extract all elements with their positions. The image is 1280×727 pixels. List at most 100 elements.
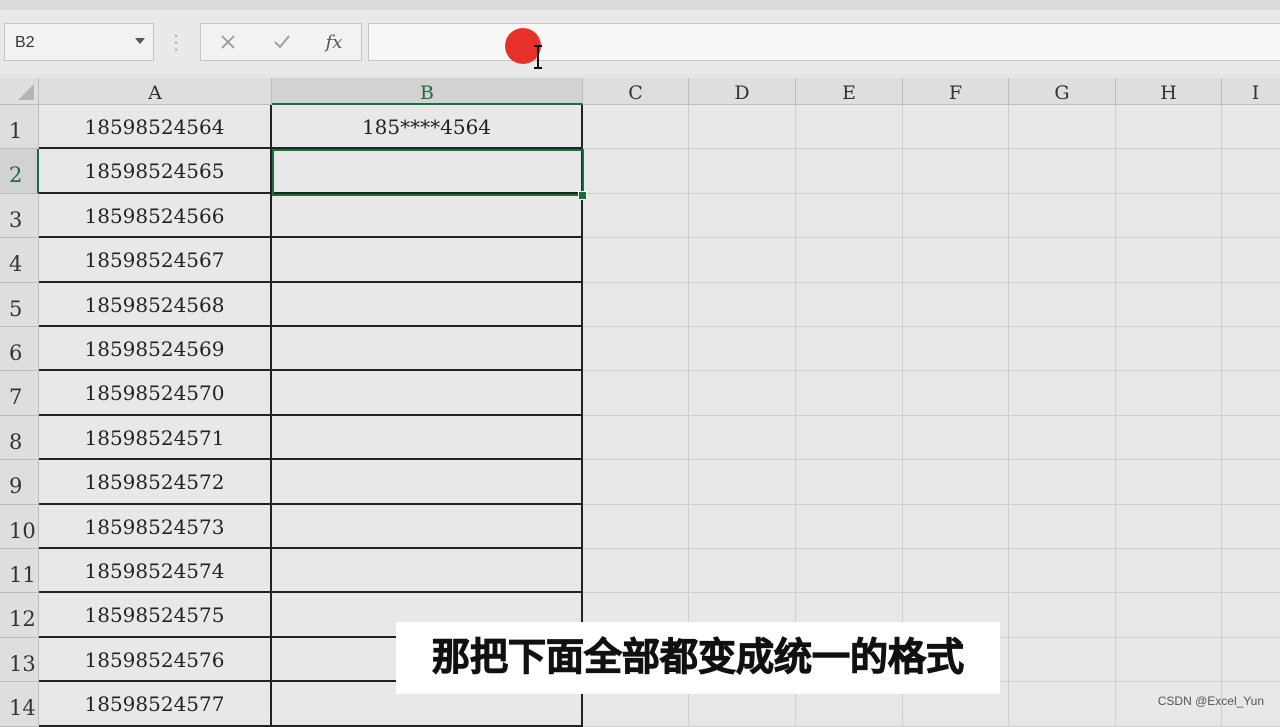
cell-i11[interactable]	[1222, 549, 1280, 594]
cell-a7[interactable]: 18598524570	[39, 371, 272, 416]
cell-a10[interactable]: 18598524573	[39, 504, 272, 549]
cell-a2[interactable]: 18598524565	[39, 149, 272, 194]
cell-a11[interactable]: 18598524574	[39, 549, 272, 594]
cell-e6[interactable]	[796, 327, 903, 372]
cell-f9[interactable]	[903, 460, 1009, 505]
cell-d8[interactable]	[689, 415, 796, 461]
cell-e3[interactable]	[796, 193, 903, 239]
cell-i13[interactable]	[1222, 638, 1280, 683]
row-header-2[interactable]: 2	[0, 149, 39, 194]
cell-i8[interactable]	[1222, 416, 1280, 461]
cell-d9[interactable]	[689, 460, 796, 505]
column-header-a[interactable]: A	[39, 78, 272, 105]
cell-i7[interactable]	[1222, 371, 1280, 416]
cell-a1[interactable]: 18598524564	[39, 105, 272, 150]
cell-g13[interactable]	[1009, 637, 1116, 683]
column-header-h[interactable]: H	[1116, 78, 1222, 105]
cell-f1[interactable]	[903, 105, 1009, 150]
cell-i12[interactable]	[1222, 593, 1280, 638]
cell-f11[interactable]	[903, 549, 1009, 594]
cell-e5[interactable]	[796, 282, 903, 327]
cell-c6[interactable]	[583, 327, 689, 372]
cell-a9[interactable]: 18598524572	[39, 460, 272, 505]
row-header-13[interactable]: 13	[0, 637, 39, 683]
cell-e8[interactable]	[796, 415, 903, 461]
column-header-b[interactable]: B	[272, 78, 583, 105]
cell-b8[interactable]	[272, 415, 583, 461]
chevron-down-icon[interactable]	[135, 38, 145, 44]
cell-h8[interactable]	[1116, 415, 1222, 461]
cell-i1[interactable]	[1222, 105, 1280, 150]
row-header-11[interactable]: 11	[0, 549, 39, 594]
cell-c9[interactable]	[583, 460, 689, 505]
cell-a5[interactable]: 18598524568	[39, 282, 272, 327]
cell-d4[interactable]	[689, 238, 796, 283]
cell-g5[interactable]	[1009, 282, 1116, 327]
cell-a13[interactable]: 18598524576	[39, 637, 272, 683]
row-header-7[interactable]: 7	[0, 371, 39, 416]
cell-b6[interactable]	[272, 327, 583, 372]
column-header-d[interactable]: D	[689, 78, 796, 105]
cell-i4[interactable]	[1222, 238, 1280, 283]
cell-h5[interactable]	[1116, 282, 1222, 327]
check-icon[interactable]	[267, 28, 297, 56]
cell-a14[interactable]: 18598524577	[39, 682, 272, 727]
cell-i10[interactable]	[1222, 505, 1280, 549]
cell-c2[interactable]	[583, 149, 689, 194]
cell-a6[interactable]: 18598524569	[39, 327, 272, 372]
insert-function-button[interactable]: fx	[319, 28, 349, 56]
cell-f2[interactable]	[903, 149, 1009, 194]
cell-h11[interactable]	[1116, 549, 1222, 594]
cell-f8[interactable]	[903, 415, 1009, 461]
row-header-3[interactable]: 3	[0, 193, 39, 239]
cell-a8[interactable]: 18598524571	[39, 415, 272, 461]
cell-h4[interactable]	[1116, 238, 1222, 283]
cell-g9[interactable]	[1009, 460, 1116, 505]
cell-e10[interactable]	[796, 504, 903, 549]
cell-a4[interactable]: 18598524567	[39, 238, 272, 283]
row-header-8[interactable]: 8	[0, 415, 39, 461]
row-header-12[interactable]: 12	[0, 593, 39, 638]
cell-i6[interactable]	[1222, 327, 1280, 372]
cell-h7[interactable]	[1116, 371, 1222, 416]
cell-h3[interactable]	[1116, 193, 1222, 239]
cell-b1[interactable]: 185****4564	[272, 105, 583, 150]
cell-f10[interactable]	[903, 504, 1009, 549]
cell-i5[interactable]	[1222, 283, 1280, 327]
cell-i2[interactable]	[1222, 149, 1280, 194]
row-header-10[interactable]: 10	[0, 504, 39, 549]
cell-d5[interactable]	[689, 282, 796, 327]
cell-b10[interactable]	[272, 504, 583, 549]
select-all-corner[interactable]	[0, 78, 39, 105]
row-header-6[interactable]: 6	[0, 327, 39, 372]
cell-g11[interactable]	[1009, 549, 1116, 594]
cell-c4[interactable]	[583, 238, 689, 283]
cell-g3[interactable]	[1009, 193, 1116, 239]
cell-b7[interactable]	[272, 371, 583, 416]
cell-g12[interactable]	[1009, 593, 1116, 638]
cell-h13[interactable]	[1116, 637, 1222, 683]
row-header-1[interactable]: 1	[0, 105, 39, 150]
column-header-f[interactable]: F	[903, 78, 1009, 105]
cell-b4[interactable]	[272, 238, 583, 283]
cell-f5[interactable]	[903, 282, 1009, 327]
cell-g14[interactable]	[1009, 682, 1116, 727]
row-header-14[interactable]: 14	[0, 682, 39, 727]
cell-g7[interactable]	[1009, 371, 1116, 416]
cell-e1[interactable]	[796, 105, 903, 150]
cell-g2[interactable]	[1009, 149, 1116, 194]
cell-e7[interactable]	[796, 371, 903, 416]
column-header-g[interactable]: G	[1009, 78, 1116, 105]
cell-g4[interactable]	[1009, 238, 1116, 283]
cell-e4[interactable]	[796, 238, 903, 283]
cell-b3[interactable]	[272, 193, 583, 239]
column-header-e[interactable]: E	[796, 78, 903, 105]
column-header-c[interactable]: C	[583, 78, 689, 105]
cell-a3[interactable]: 18598524566	[39, 193, 272, 239]
row-header-9[interactable]: 9	[0, 460, 39, 505]
close-icon[interactable]	[213, 28, 243, 56]
cell-d6[interactable]	[689, 327, 796, 372]
cell-c8[interactable]	[583, 415, 689, 461]
cell-g8[interactable]	[1009, 415, 1116, 461]
cell-e9[interactable]	[796, 460, 903, 505]
